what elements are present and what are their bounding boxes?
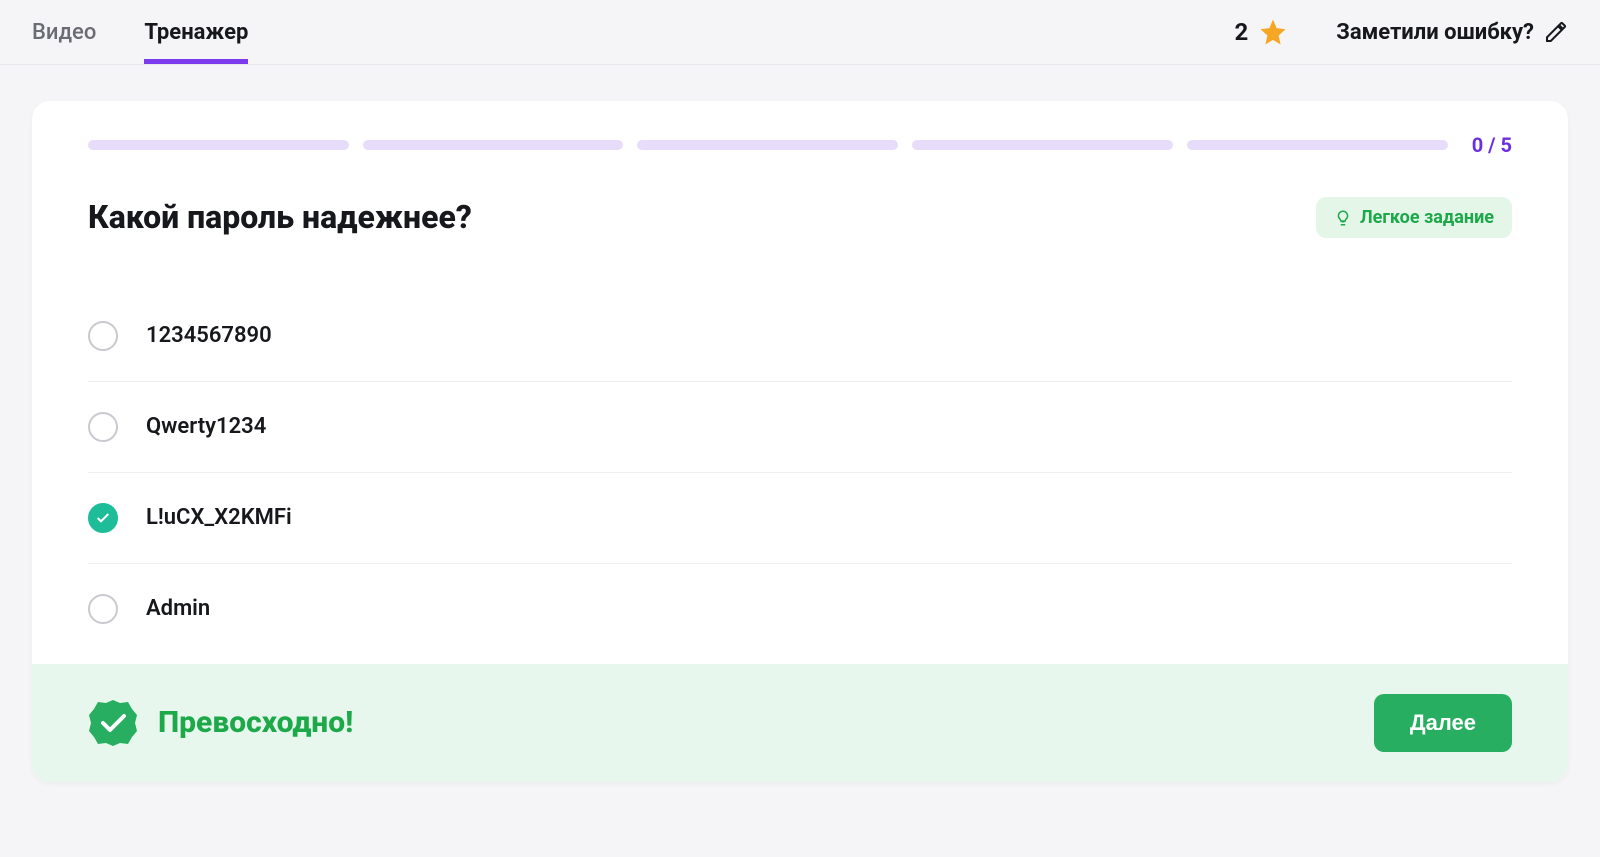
progress-segments <box>88 140 1448 150</box>
progress-row: 0 / 5 <box>88 133 1512 157</box>
check-icon <box>95 510 111 526</box>
answer-text: Qwerty1234 <box>146 414 266 439</box>
score-value: 2 <box>1234 18 1248 46</box>
radio-checked-icon <box>88 503 118 533</box>
radio-unchecked-icon <box>88 594 118 624</box>
header: Видео Тренажер 2 Заметили ошибку? <box>0 0 1600 65</box>
answer-text: Admin <box>146 596 210 621</box>
feedback-text: Превосходно! <box>158 705 353 740</box>
next-button[interactable]: Далее <box>1374 694 1512 752</box>
answer-option[interactable]: Qwerty1234 <box>88 382 1512 473</box>
difficulty-badge: Легкое задание <box>1316 197 1512 238</box>
progress-segment <box>1187 140 1448 150</box>
tab-video[interactable]: Видео <box>32 0 96 64</box>
bulb-icon <box>1334 209 1352 227</box>
answer-text: L!uCX_X2KMFi <box>146 505 292 530</box>
question-text: Какой пароль надежнее? <box>88 197 472 239</box>
tab-trainer[interactable]: Тренажер <box>144 0 248 64</box>
pencil-icon <box>1544 20 1568 44</box>
answer-option[interactable]: Admin <box>88 564 1512 664</box>
progress-count: 0 / 5 <box>1472 133 1512 157</box>
report-error-label: Заметили ошибку? <box>1336 20 1534 45</box>
progress-segment <box>912 140 1173 150</box>
header-right: 2 Заметили ошибку? <box>1234 17 1568 47</box>
star-icon <box>1258 17 1288 47</box>
score-display: 2 <box>1234 17 1288 47</box>
answers-list: 1234567890 Qwerty1234 L!uCX_X2KMFi Admin <box>88 291 1512 664</box>
radio-unchecked-icon <box>88 412 118 442</box>
report-error-button[interactable]: Заметили ошибку? <box>1336 20 1568 45</box>
radio-unchecked-icon <box>88 321 118 351</box>
progress-segment <box>637 140 898 150</box>
quiz-card: 0 / 5 Какой пароль надежнее? Легкое зада… <box>32 101 1568 782</box>
answer-option[interactable]: L!uCX_X2KMFi <box>88 473 1512 564</box>
answer-text: 1234567890 <box>146 323 272 348</box>
success-badge-icon <box>88 698 138 748</box>
feedback-bar: Превосходно! Далее <box>32 664 1568 782</box>
difficulty-label: Легкое задание <box>1360 207 1494 228</box>
answer-option[interactable]: 1234567890 <box>88 291 1512 382</box>
progress-segment <box>363 140 624 150</box>
tabs: Видео Тренажер <box>32 0 248 64</box>
progress-segment <box>88 140 349 150</box>
